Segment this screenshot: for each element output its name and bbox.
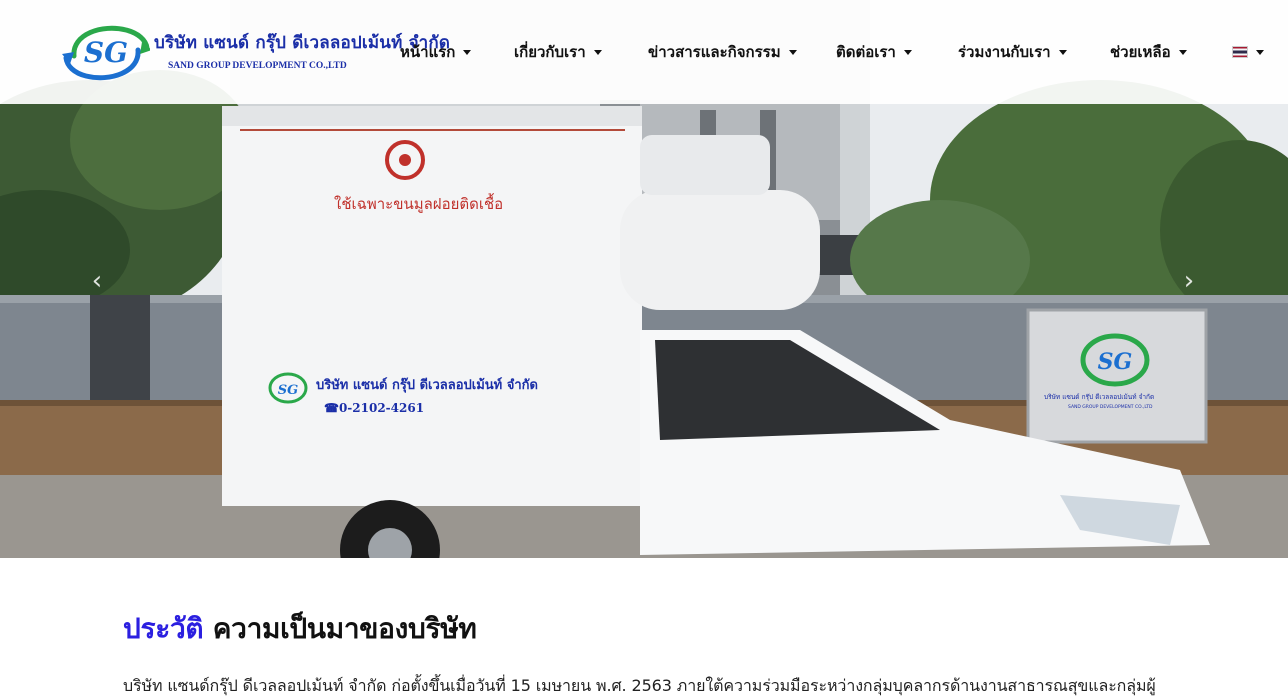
nav-item-home[interactable]: หน้าแรก — [400, 40, 472, 64]
language-selector[interactable] — [1232, 46, 1264, 58]
chevron-down-icon — [788, 50, 797, 55]
nav-item-help[interactable]: ช่วยเหลือ — [1110, 40, 1187, 64]
chevron-down-icon — [903, 50, 912, 55]
brand-home-link[interactable]: SG บริษัท แซนด์ กรุ๊ป ดีเวลลอปเม้นท์ จำก… — [62, 20, 450, 84]
nav-item-label: ช่วยเหลือ — [1110, 43, 1171, 61]
svg-text:SG: SG — [84, 36, 128, 69]
chevron-down-icon — [1178, 50, 1187, 55]
nav-item-contact[interactable]: ติดต่อเรา — [836, 40, 912, 64]
chevron-right-icon: › — [1183, 266, 1195, 296]
nav-item-label: หน้าแรก — [400, 43, 456, 61]
sign-company-text: บริษัท แซนด์ กรุ๊ป ดีเวลลอปเม้นท์ จำกัด — [1044, 393, 1155, 401]
chevron-down-icon — [463, 50, 472, 55]
truck-warning-text: ใช้เฉพาะขนมูลฝอยติดเชื้อ — [334, 195, 504, 213]
chevron-down-icon — [1058, 50, 1067, 55]
svg-text:SG: SG — [278, 383, 299, 398]
chevron-left-icon: ‹ — [91, 266, 103, 296]
chevron-down-icon — [1256, 50, 1264, 55]
chevron-down-icon — [593, 50, 602, 55]
nav-item-label: ติดต่อเรา — [836, 43, 896, 61]
carousel-next-button[interactable]: › — [1174, 266, 1204, 296]
nav-item-label: ข่าวสารและกิจกรรม — [648, 43, 781, 61]
nav-item-news[interactable]: ข่าวสารและกิจกรรม — [648, 40, 797, 64]
nav-item-label: ร่วมงานกับเรา — [958, 43, 1051, 61]
history-heading: ประวัติ ความเป็นมาของบริษัท — [123, 607, 477, 651]
company-logo: SG — [62, 25, 150, 81]
carousel-prev-button[interactable]: ‹ — [82, 266, 112, 296]
nav-item-about[interactable]: เกี่ยวกับเรา — [514, 40, 602, 64]
truck-company-text: บริษัท แซนด์ กรุ๊ป ดีเวลลอปเม้นท์ จำกัด — [316, 378, 538, 393]
svg-text:SG: SG — [1098, 349, 1133, 375]
truck-phone-text: ☎0-2102-4261 — [324, 401, 425, 415]
history-intro-text: บริษัท แซนด์กรุ๊ป ดีเวลลอปเม้นท์ จำกัด ก… — [123, 676, 1156, 695]
history-heading-rest: ความเป็นมาของบริษัท — [203, 612, 477, 645]
nav-item-label: เกี่ยวกับเรา — [514, 43, 586, 61]
top-navbar: SG บริษัท แซนด์ กรุ๊ป ดีเวลลอปเม้นท์ จำก… — [0, 0, 1288, 104]
history-heading-accent: ประวัติ — [123, 612, 204, 645]
thai-flag-icon — [1232, 46, 1248, 58]
nav-item-careers[interactable]: ร่วมงานกับเรา — [958, 40, 1067, 64]
sign-company-en-text: SAND GROUP DEVELOPMENT CO.,LTD — [1068, 405, 1153, 410]
